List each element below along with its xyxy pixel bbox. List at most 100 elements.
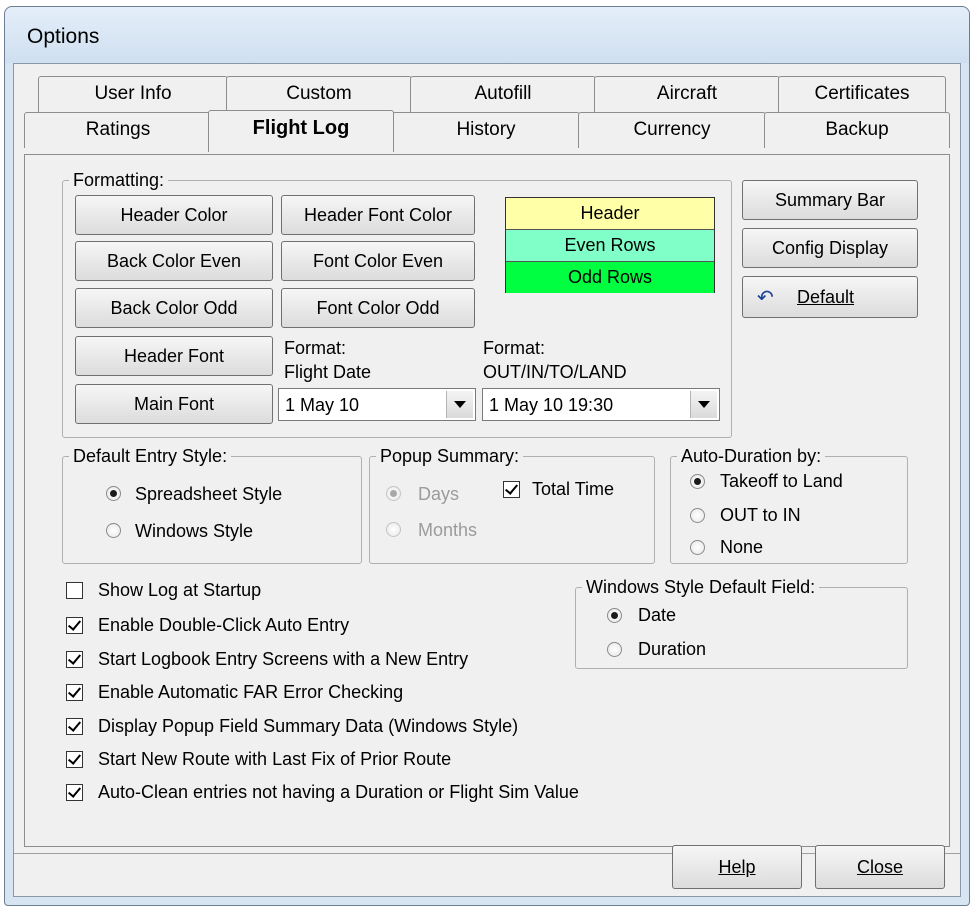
out-to-in-radio[interactable] (690, 508, 705, 523)
summary-bar-button[interactable]: Summary Bar (742, 180, 918, 220)
tab-label: Aircraft (656, 83, 718, 104)
header-font-color-button[interactable]: Header Font Color (281, 195, 475, 235)
popup-field-summary-label: Display Popup Field Summary Data (Window… (98, 716, 519, 736)
preview-header: Header (506, 198, 714, 230)
popup-summary-legend: Popup Summary: (380, 446, 520, 466)
button-label: Config Display (771, 238, 889, 258)
double-click-auto-entry-checkbox[interactable] (66, 617, 83, 634)
time-format-label: Format: (483, 338, 546, 358)
new-route-last-fix-label: Start New Route with Last Fix of Prior R… (98, 749, 452, 769)
preview-odd-rows: Odd Rows (506, 262, 714, 293)
spreadsheet-style-radio[interactable] (106, 486, 121, 501)
font-color-even-button[interactable]: Font Color Even (281, 241, 475, 281)
none-radio[interactable] (690, 540, 705, 555)
windows-style-label: Windows Style (135, 521, 254, 541)
chevron-down-icon[interactable] (446, 391, 473, 418)
date-label: Date (638, 605, 677, 625)
entry-style-legend: Default Entry Style: (73, 446, 228, 466)
windows-default-field-legend: Windows Style Default Field: (586, 577, 816, 597)
preview-even-rows: Even Rows (506, 230, 714, 262)
select-value: 1 May 10 (285, 395, 360, 415)
start-with-new-entry-checkbox[interactable] (66, 651, 83, 668)
font-color-odd-button[interactable]: Font Color Odd (281, 288, 475, 328)
header-font-button[interactable]: Header Font (75, 336, 273, 376)
tab-label: Custom (286, 83, 352, 104)
new-route-last-fix-checkbox[interactable] (66, 751, 83, 768)
tab-backup[interactable]: Backup (764, 112, 950, 148)
tab-label: User Info (94, 83, 172, 104)
button-label: Header Font (123, 346, 225, 366)
tab-certificates[interactable]: Certificates (778, 76, 946, 112)
none-label: None (720, 537, 764, 557)
button-label: Back Color Odd (110, 298, 238, 318)
months-label: Months (418, 520, 478, 540)
config-display-button[interactable]: Config Display (742, 228, 918, 268)
tab-label: Backup (825, 119, 889, 140)
back-color-even-button[interactable]: Back Color Even (75, 241, 273, 281)
tab-history[interactable]: History (392, 112, 580, 148)
back-color-odd-button[interactable]: Back Color Odd (75, 288, 273, 328)
out-in-format-select[interactable]: 1 May 10 19:30 (482, 388, 720, 421)
date-radio[interactable] (607, 608, 622, 623)
months-radio[interactable] (386, 522, 401, 537)
start-with-new-entry-label: Start Logbook Entry Screens with a New E… (98, 649, 469, 669)
auto-duration-legend: Auto-Duration by: (681, 446, 822, 466)
auto-clean-entries-checkbox[interactable] (66, 784, 83, 801)
select-value: 1 May 10 19:30 (489, 395, 614, 415)
tab-custom[interactable]: Custom (226, 76, 412, 112)
button-label: Back Color Even (106, 251, 242, 271)
flight-date-format-select[interactable]: 1 May 10 (278, 388, 476, 421)
window-title: Options (27, 25, 100, 48)
total-time-label: Total Time (532, 479, 615, 499)
far-error-checking-label: Enable Automatic FAR Error Checking (98, 682, 404, 702)
tab-aircraft[interactable]: Aircraft (594, 76, 780, 112)
header-color-button[interactable]: Header Color (75, 195, 273, 235)
main-font-button[interactable]: Main Font (75, 384, 273, 424)
takeoff-to-land-radio[interactable] (690, 474, 705, 489)
default-entry-style-group: Default Entry Style: (62, 446, 362, 564)
title-bar[interactable]: Options (5, 7, 969, 63)
popup-field-summary-checkbox[interactable] (66, 718, 83, 735)
date-format-sublabel: Flight Date (284, 362, 372, 382)
tab-user-info[interactable]: User Info (38, 76, 228, 112)
windows-style-radio[interactable] (106, 523, 121, 538)
tab-label: Flight Log (252, 117, 350, 139)
tab-label: Autofill (474, 83, 532, 104)
button-label: Font Color Odd (316, 298, 440, 318)
time-format-sublabel: OUT/IN/TO/LAND (483, 362, 627, 382)
formatting-legend: Formatting: (73, 170, 165, 190)
close-button[interactable]: Close (815, 845, 945, 889)
duration-label: Duration (638, 639, 707, 659)
show-log-at-startup-checkbox[interactable] (66, 582, 83, 599)
tab-label: Certificates (814, 83, 910, 104)
button-label: Header Color (120, 205, 228, 225)
button-label: Default (797, 287, 855, 307)
button-label: Help (718, 857, 756, 877)
color-preview: Header Even Rows Odd Rows (505, 197, 715, 293)
takeoff-to-land-label: Takeoff to Land (720, 471, 843, 491)
tab-label: Ratings (85, 119, 151, 140)
button-label: Font Color Even (312, 251, 444, 271)
button-label: Main Font (133, 394, 215, 414)
out-to-in-label: OUT to IN (720, 505, 801, 525)
double-click-auto-entry-label: Enable Double-Click Auto Entry (98, 615, 350, 635)
tab-autofill[interactable]: Autofill (410, 76, 596, 112)
date-format-label: Format: (284, 338, 347, 358)
auto-clean-entries-label: Auto-Clean entries not having a Duration… (98, 782, 579, 802)
tab-currency[interactable]: Currency (578, 112, 766, 148)
default-button[interactable]: ↶ Default (742, 276, 918, 318)
days-label: Days (418, 484, 460, 504)
duration-radio[interactable] (607, 642, 622, 657)
far-error-checking-checkbox[interactable] (66, 684, 83, 701)
popup-summary-group: Popup Summary: (369, 446, 655, 564)
total-time-checkbox[interactable] (503, 481, 520, 498)
button-label: Summary Bar (774, 190, 886, 210)
days-radio[interactable] (386, 486, 401, 501)
tab-ratings[interactable]: Ratings (24, 112, 212, 148)
tab-label: Currency (633, 119, 711, 140)
button-label: Close (856, 857, 904, 877)
help-button[interactable]: Help (672, 845, 802, 889)
tab-label: History (456, 119, 516, 140)
chevron-down-icon[interactable] (690, 391, 717, 418)
tab-flight-log[interactable]: Flight Log (208, 110, 394, 152)
